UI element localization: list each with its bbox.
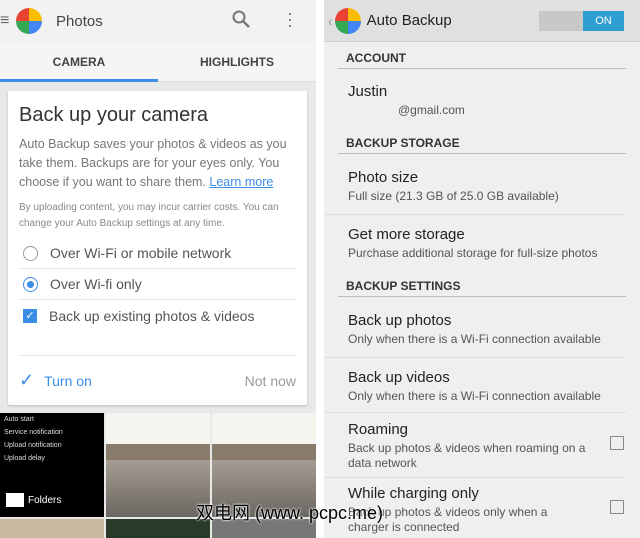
backup-card: Back up your camera Auto Backup saves yo… [8, 91, 307, 405]
turn-on-button[interactable]: ✓ Turn on [19, 370, 92, 391]
photo-thumbnail[interactable] [106, 519, 210, 538]
folder-label: Folders [28, 494, 62, 506]
folder-tile-folders[interactable]: Auto start Service notification Upload n… [0, 413, 104, 517]
tab-camera[interactable]: CAMERA [0, 42, 158, 82]
turn-on-label: Turn on [44, 372, 92, 389]
roaming-checkbox[interactable] [610, 436, 624, 450]
option-label: Over Wi-fi only [50, 276, 142, 292]
app-title: Photos [56, 12, 103, 30]
section-account: ACCOUNT [338, 43, 626, 69]
auto-backup-toggle[interactable]: ON [539, 11, 624, 31]
setting-text: Service notification [4, 429, 63, 436]
section-label: BACKUP SETTINGS [346, 279, 461, 293]
item-subtitle: Full size (21.3 GB of 25.0 GB available) [348, 189, 559, 203]
setting-text: Upload notification [4, 442, 62, 449]
item-title: Back up photos [348, 312, 452, 329]
overflow-menu-icon[interactable]: · · · [286, 4, 294, 34]
item-subtitle: Back up photos & videos when roaming on … [348, 441, 586, 470]
roaming-item[interactable]: Roaming Back up photos & videos when roam… [324, 416, 626, 478]
setting-text: Auto start [4, 416, 34, 423]
photo-thumbnail[interactable] [0, 519, 104, 538]
item-title: Get more storage [348, 226, 465, 243]
folder-icon [6, 493, 24, 507]
not-now-button[interactable]: Not now [245, 373, 296, 389]
back-up-photos-item[interactable]: Back up photos Only when there is a Wi-Fi… [324, 307, 626, 358]
back-up-videos-item[interactable]: Back up videos Only when there is a Wi-Fi… [324, 364, 626, 413]
learn-more-link[interactable]: Learn more [209, 175, 273, 189]
photos-screen: ≡ Photos · · · CAMERA HIGHLIGHTS Back up y… [0, 0, 316, 538]
radio-selected-icon[interactable] [23, 276, 38, 292]
section-label: ACCOUNT [346, 51, 406, 65]
section-backup-settings: BACKUP SETTINGS [338, 271, 626, 297]
option-wifi-or-mobile[interactable]: Over Wi-Fi or mobile network [19, 238, 296, 269]
auto-backup-screen: ‹ Auto Backup ON ACCOUNT Justin @gmail.c… [324, 0, 640, 538]
screen-title: Auto Backup [366, 12, 452, 29]
account-item[interactable]: Justin @gmail.com [324, 78, 626, 124]
card-title: Back up your camera [19, 104, 208, 126]
carrier-note: By uploading content, you may incur carr… [19, 202, 279, 229]
item-subtitle: Only when there is a Wi-Fi connection av… [348, 389, 601, 403]
app-bar: ≡ Photos · · · [0, 0, 316, 42]
option-label: Back up existing photos & videos [49, 307, 255, 324]
watermark: 双电网 (www. pcpc.me) [196, 503, 384, 523]
get-more-storage-item[interactable]: Get more storage Purchase additional stor… [324, 221, 626, 267]
radio-icon[interactable] [23, 245, 38, 261]
back-icon[interactable]: ‹ [328, 13, 333, 29]
item-subtitle: Purchase additional storage for full-siz… [348, 246, 598, 260]
section-label: BACKUP STORAGE [346, 136, 460, 150]
photo-size-item[interactable]: Photo size Full size (21.3 GB of 25.0 GB … [324, 164, 626, 215]
item-title: While charging only [348, 485, 479, 502]
item-subtitle: Only when there is a Wi-Fi connection av… [348, 332, 601, 346]
option-wifi-only[interactable]: Over Wi-fi only [19, 269, 296, 300]
item-title: Back up videos [348, 369, 450, 386]
setting-text: Upload delay [4, 455, 45, 462]
section-backup-storage: BACKUP STORAGE [338, 128, 626, 154]
photos-logo-icon [334, 7, 361, 34]
photo-thumbnail[interactable] [106, 413, 210, 517]
app-bar: ‹ Auto Backup ON [324, 0, 640, 42]
toggle-label: ON [583, 11, 624, 31]
search-icon[interactable] [232, 10, 250, 28]
card-body: Auto Backup saves your photos & videos a… [19, 135, 296, 192]
charging-checkbox[interactable] [610, 500, 624, 514]
photos-logo-icon [16, 8, 42, 34]
option-backup-existing[interactable]: ✓ Back up existing photos & videos [19, 300, 296, 331]
item-title: Roaming [348, 421, 409, 438]
check-icon: ✓ [19, 370, 35, 390]
tab-highlights[interactable]: HIGHLIGHTS [158, 42, 316, 81]
checkbox-checked-icon[interactable]: ✓ [23, 308, 37, 323]
item-title: Photo size [348, 169, 419, 186]
menu-icon[interactable]: ≡ [0, 12, 10, 30]
account-name: Justin [348, 83, 388, 100]
option-label: Over Wi-Fi or mobile network [50, 245, 232, 261]
account-email: @gmail.com [398, 103, 465, 117]
